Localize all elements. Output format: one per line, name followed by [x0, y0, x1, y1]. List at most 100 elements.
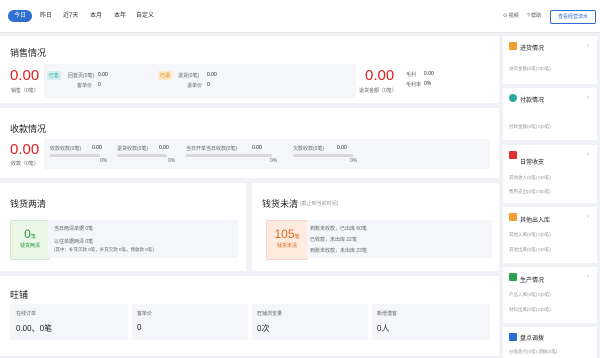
settled-row-0: 当日两清单据 0笔 — [54, 226, 94, 232]
return-amount-label: 退货金额（0笔） — [359, 88, 397, 94]
chevron-right-icon: › — [587, 214, 589, 220]
shop-cell-new-leads[interactable]: 新增潜客 0人 — [372, 304, 490, 340]
collection-item-pct-0: 0% — [100, 158, 108, 164]
return-amount: 0.00 — [365, 67, 395, 84]
tab-this-year[interactable]: 本年 — [114, 10, 126, 22]
collection-item-label-0: 收款收款(0笔) — [50, 146, 82, 152]
return-value-1: 0 — [207, 82, 210, 88]
card-daily-income-sub2: 费用支出(0笔) 0(0笔) — [509, 189, 551, 194]
collection-item-pct-3: 0% — [350, 158, 358, 164]
play-icon: ⊙ — [503, 13, 508, 19]
sales-detail-box — [44, 64, 356, 98]
unsettled-row-0[interactable]: 到账未收款，已出库 60笔 — [310, 225, 367, 232]
unsettled-count: 105笔 — [274, 227, 300, 241]
settled-count-box: 0笔 钱货两清 — [10, 220, 50, 260]
card-other-stock[interactable]: 其他出入库 › 其他入库(0笔) 0(0笔) 其他出库(0笔) 0(0笔) — [503, 207, 597, 263]
tab-last7days[interactable]: 近7天 — [63, 10, 78, 22]
return-label-0: 退货(0笔) — [178, 73, 200, 79]
shop-cell-label-0: 在线订单 — [16, 311, 37, 317]
collection-amount-label: 收款（0笔） — [11, 161, 39, 167]
return-tag: 已退 — [158, 71, 173, 80]
unsettled-count-box: 105笔 钱货未清 — [266, 220, 308, 260]
shop-cell-label-1: 客单价 — [137, 311, 153, 317]
sold-value-1: 0 — [98, 82, 101, 88]
box-icon — [509, 213, 517, 221]
card-purchases-sub: 进货金额(0笔) 0(0笔) — [509, 66, 551, 71]
card-inventory-transfer-title: 盘点调拨 — [520, 336, 545, 342]
shop-cell-views[interactable]: 旺铺浏览量 0次 — [252, 304, 368, 340]
return-value-0: 0.00 — [207, 72, 217, 78]
collection-item-bar-2 — [186, 154, 272, 157]
shop-cell-value-2: 0次 — [257, 324, 270, 333]
unsettled-panel: 钱货未清 (截止到当前时间) 105笔 钱货未清 到账未收款，已出库 60笔 已… — [252, 183, 499, 271]
collection-item-label-3: 欠款收款(0笔) — [293, 146, 325, 152]
shop-cell-avg-price[interactable]: 客单价 0 — [132, 304, 248, 340]
collection-amount: 0.00 — [10, 141, 40, 158]
settled-row-1: 以往单据两清 0笔 — [54, 239, 94, 245]
sold-label-0: 回首页(0笔) — [68, 73, 95, 79]
settled-row-2: (其中：补充欠款 0笔，补充欠款 0笔，预收款 0笔) — [54, 247, 154, 252]
view-report-button[interactable]: 查看经营流水 — [550, 10, 596, 24]
card-other-stock-sub1: 其他入库(0笔) 0(0笔) — [509, 232, 551, 237]
factory-icon — [509, 273, 517, 281]
card-payments-sub: 付款金额(0笔) 0(0笔) — [509, 124, 551, 129]
payment-icon — [509, 94, 517, 102]
unsettled-subtitle: (截止到当前时间) — [300, 201, 339, 207]
card-other-stock-title: 其他出入库 — [520, 218, 551, 224]
chevron-right-icon: › — [587, 274, 589, 280]
video-link[interactable]: ⊙ 视频 — [503, 12, 519, 19]
card-production-title: 生产情况 — [520, 278, 545, 284]
top-bar: 今日 昨日 近7天 本月 本年 自定义 ⊙ 视频 ? 帮助 查看经营流水 — [0, 0, 600, 33]
collection-item-pct-2: 0% — [270, 158, 278, 164]
unsettled-row-1[interactable]: 已收款，未出库 22笔 — [310, 236, 357, 243]
collection-panel: 收款情况 0.00 收款（0笔） 收款收款(0笔) 0.00 0% 退货收款(0… — [0, 108, 499, 178]
ledger-icon — [509, 151, 517, 159]
card-daily-income-title: 日常收支 — [520, 160, 545, 166]
card-daily-income[interactable]: 日常收支 › 其他收入(0笔) 0(0笔) 费用支出(0笔) 0(0笔) — [503, 145, 597, 203]
card-production[interactable]: 生产情况 › 产品入库(0笔) 0(0笔) 材料出库(0笔) 0(0笔) — [503, 267, 597, 323]
sales-title: 销售情况 — [10, 48, 47, 58]
chevron-right-icon: › — [587, 43, 589, 49]
chevron-right-icon: › — [587, 95, 589, 101]
card-production-sub1: 产品入库(0笔) 0(0笔) — [509, 292, 551, 297]
margin-label: 毛利率 — [406, 82, 422, 88]
profit-value: 0.00 — [424, 71, 434, 77]
collection-item-bar-1 — [117, 154, 167, 157]
collection-item-value-1: 0.00 — [159, 145, 169, 151]
sold-value-0: 0.00 — [98, 72, 108, 78]
card-inventory-transfer-sub: 分盘盘点(0笔) 调拨(0笔) — [509, 349, 558, 354]
return-label-1: 退单价 — [187, 83, 203, 89]
card-purchases-title: 进货情况 — [520, 46, 545, 52]
card-inventory-transfer[interactable]: 盘点调拨 分盘盘点(0笔) 调拨(0笔) — [503, 327, 597, 358]
collection-item-label-2: 当日开单当日收款(0笔) — [186, 146, 238, 152]
chevron-right-icon: › — [587, 152, 589, 158]
tab-today[interactable]: 今日 — [8, 10, 33, 22]
card-payments-title: 付款情况 — [520, 98, 545, 104]
settled-panel: 钱货两清 0笔 钱货两清 当日两清单据 0笔 以往单据两清 0笔 (其中：补充欠… — [0, 183, 246, 271]
tab-yesterday[interactable]: 昨日 — [40, 10, 52, 22]
collection-item-value-2: 0.00 — [252, 145, 262, 151]
tab-this-month[interactable]: 本月 — [90, 10, 102, 22]
profit-label: 毛利 — [406, 72, 417, 78]
card-production-sub2: 材料出库(0笔) 0(0笔) — [509, 307, 551, 312]
clipboard-icon — [509, 333, 517, 341]
settled-badge: 钱货两清 — [19, 243, 40, 249]
shop-cell-orders[interactable]: 在线订单 0.00、0笔 — [10, 304, 128, 340]
collection-item-label-1: 退货收款(0笔) — [117, 146, 149, 152]
collection-item-value-3: 0.00 — [337, 145, 347, 151]
card-payments[interactable]: 付款情况 › 付款金额(0笔) 0(0笔) — [503, 88, 597, 140]
help-link[interactable]: ? 帮助 — [527, 12, 541, 19]
card-purchases[interactable]: 进货情况 › 进货金额(0笔) 0(0笔) — [503, 36, 597, 84]
sold-tag: 已售 — [47, 71, 62, 80]
shop-cell-value-1: 0 — [137, 323, 142, 332]
unsettled-row-2[interactable]: 到账未收款，未出库 23笔 — [310, 247, 367, 254]
tab-custom[interactable]: 自定义 — [136, 10, 154, 22]
collection-item-pct-1: 0% — [168, 158, 176, 164]
shop-panel: 旺铺 在线订单 0.00、0笔 客单价 0 旺铺浏览量 0次 新增潜客 0人 — [0, 276, 499, 356]
sales-amount-label: 销售（0笔） — [11, 88, 39, 94]
unsettled-title: 钱货未清 — [262, 199, 299, 209]
shop-title: 旺铺 — [10, 290, 29, 300]
card-daily-income-sub1: 其他收入(0笔) 0(0笔) — [509, 175, 551, 180]
margin-value: 0% — [424, 81, 432, 87]
shop-cell-value-0: 0.00、0笔 — [16, 324, 53, 333]
